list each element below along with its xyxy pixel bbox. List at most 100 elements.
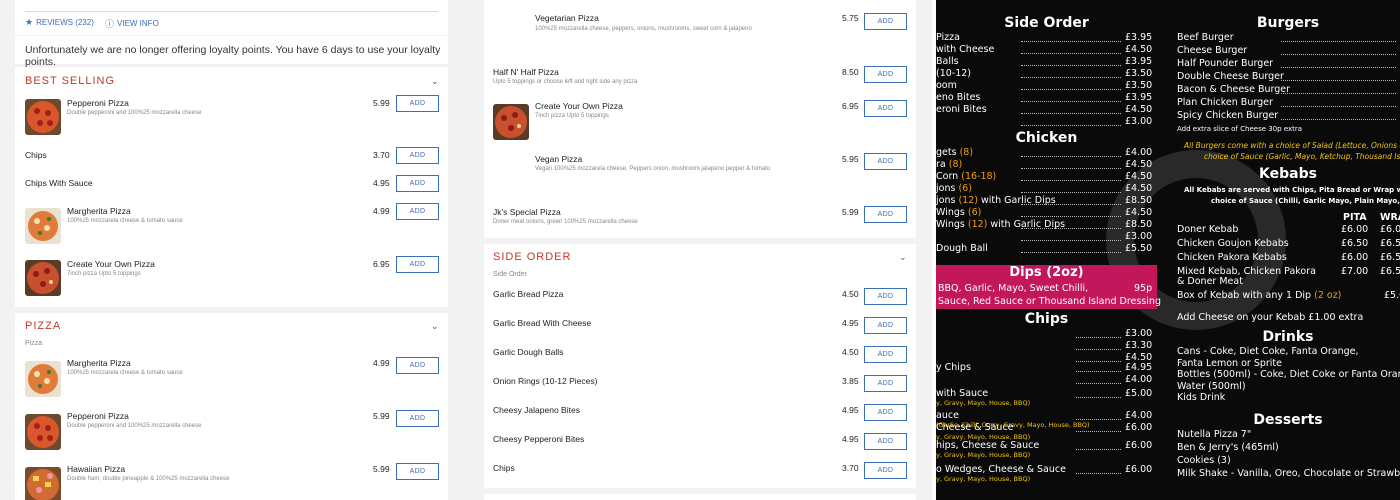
drink-line: Fanta Lemon or Sprite: [1177, 357, 1282, 369]
line-qty: (6): [967, 207, 982, 218]
menu-item[interactable]: Cheesy Pepperoni Bites 4.95 ADD: [484, 432, 916, 452]
pizza-thumbnail: [493, 104, 529, 140]
menu-price: £3.00: [1125, 231, 1153, 242]
add-button[interactable]: ADD: [396, 463, 439, 480]
add-button[interactable]: ADD: [864, 433, 907, 450]
add-button[interactable]: ADD: [396, 256, 439, 273]
menu-price: £5.50: [1125, 243, 1153, 254]
add-button[interactable]: ADD: [396, 175, 439, 192]
dotted-leader: [1021, 156, 1121, 157]
kebab-box-qty: (2 oz): [1314, 290, 1342, 301]
drinks-heading: Drinks: [1262, 329, 1314, 345]
dotted-leader: [1076, 397, 1121, 398]
add-button[interactable]: ADD: [864, 404, 907, 421]
add-button[interactable]: ADD: [864, 100, 907, 117]
menu-line: y Chips: [936, 362, 971, 373]
menu-item[interactable]: Pepperoni Pizza Double pepperoni and 100…: [15, 95, 448, 135]
chips-heading: Chips: [1024, 311, 1069, 327]
menu-price: £3.95: [1125, 92, 1153, 103]
item-price: 4.50: [842, 289, 859, 299]
dessert-line: Ben & Jerry's (465ml): [1177, 442, 1279, 453]
menu-item[interactable]: Garlic Bread Pizza 4.50 ADD: [484, 287, 916, 307]
add-button[interactable]: ADD: [864, 288, 907, 305]
dotted-leader: [1281, 119, 1396, 120]
kebab-wrap-col: WRA: [1380, 212, 1400, 223]
menu-item[interactable]: Chips With Sauce 4.95 ADD: [15, 175, 448, 195]
dotted-leader: [1021, 41, 1121, 42]
add-button[interactable]: ADD: [864, 153, 907, 170]
side-order-heading: Side Order: [1004, 15, 1089, 31]
burger-note: Add extra slice of Cheese 30p extra: [1177, 125, 1303, 133]
menu-price: £3.50: [1125, 80, 1153, 91]
dotted-leader: [1076, 419, 1121, 420]
chevron-down-icon[interactable]: ⌄: [431, 321, 439, 332]
line-qty: (16-18): [961, 171, 997, 182]
kebab-pita-price: £6.00: [1341, 252, 1369, 263]
menu-line: Dough Ball: [936, 243, 988, 254]
pizza-thumbnail: [25, 99, 61, 135]
kebab-doner-line: & Doner Meat: [1177, 276, 1243, 287]
item-name: Chips: [493, 463, 515, 473]
line-qty: (12): [958, 195, 978, 206]
chevron-down-icon[interactable]: ⌄: [431, 76, 439, 87]
view-info-link[interactable]: ⓘ VIEW INFO: [105, 17, 159, 30]
pizza-thumbnail: [25, 467, 61, 500]
desserts-heading: Desserts: [1253, 412, 1323, 428]
menu-item[interactable]: Chips 3.70 ADD: [484, 461, 916, 481]
line-name: with Cheese: [936, 44, 995, 55]
kebab-box: Box of Kebab with any 1 Dip (2 oz): [1177, 290, 1341, 301]
menu-item[interactable]: Vegetarian Pizza 100%25 mozzarella chees…: [484, 13, 916, 43]
menu-price: £8.50: [1125, 219, 1153, 230]
menu-item[interactable]: Margherita Pizza 100%25 mozzarela cheese…: [15, 356, 448, 397]
dips-line-2: Sauce, Red Sauce or Thousand Island Dres…: [938, 296, 1161, 307]
menu-item[interactable]: Margherita Pizza 100%25 mozzarela cheese…: [15, 203, 448, 244]
line-name: eroni Bites: [936, 104, 987, 115]
add-button[interactable]: ADD: [396, 203, 439, 220]
menu-item[interactable]: Jk's Special Pizza Doner meat onions, gr…: [484, 206, 916, 236]
add-button[interactable]: ADD: [396, 147, 439, 164]
menu-price: £6.00: [1125, 464, 1153, 475]
menu-item[interactable]: Pepperoni Pizza Double pepperoni and 100…: [15, 409, 448, 450]
menu-item[interactable]: Vegan Pizza Vegan 100%25 mozzarela chees…: [484, 153, 916, 183]
line-sauce-options: y, Gravy, Mayo, House, BBQ): [936, 399, 1031, 407]
item-price: 4.95: [373, 178, 390, 188]
drink-line: Cans - Coke, Diet Coke, Fanta Orange,: [1177, 346, 1359, 357]
add-button[interactable]: ADD: [864, 13, 907, 30]
add-button[interactable]: ADD: [396, 357, 439, 374]
add-button[interactable]: ADD: [864, 206, 907, 223]
add-button[interactable]: ADD: [864, 66, 907, 83]
item-name: Chips: [25, 150, 47, 160]
item-name: Margherita Pizza: [67, 358, 131, 368]
menu-item[interactable]: Cheesy Jalapeno Bites 4.95 ADD: [484, 403, 916, 423]
line-name: Corn: [936, 171, 962, 182]
dips-price: 95p: [1134, 283, 1153, 294]
menu-item[interactable]: Garlic Dough Balls 4.50 ADD: [484, 345, 916, 365]
line-qty: (12): [967, 219, 988, 230]
add-button[interactable]: ADD: [396, 95, 439, 112]
menu-price: £4.50: [1125, 159, 1153, 170]
burger-line: Spicy Chicken Burger: [1177, 110, 1279, 121]
dotted-leader: [1281, 106, 1396, 107]
reviews-link[interactable]: ★ REVIEWS (232): [25, 17, 94, 28]
kebab-note-2: choice of Sauce (Chilli, Garlic Mayo, Pl…: [1211, 197, 1400, 205]
add-button[interactable]: ADD: [396, 410, 439, 427]
menu-item[interactable]: Chips 3.70 ADD: [15, 147, 448, 167]
add-button[interactable]: ADD: [864, 317, 907, 334]
menu-price: £4.00: [1125, 147, 1153, 158]
menu-item[interactable]: Hawaiian Pizza Double ham, double pineap…: [15, 462, 448, 500]
add-button[interactable]: ADD: [864, 375, 907, 392]
add-button[interactable]: ADD: [864, 462, 907, 479]
item-description: Double ham, double pineapple & 100%25 mo…: [67, 476, 230, 482]
line-name: Wings: [936, 207, 968, 218]
menu-item[interactable]: Create Your Own Pizza 7inch pizza Upto 5…: [15, 256, 448, 296]
menu-item[interactable]: Create Your Own Pizza 7inch pizza Upto 5…: [484, 99, 916, 143]
dotted-leader: [1281, 54, 1396, 55]
add-button[interactable]: ADD: [864, 346, 907, 363]
menu-item[interactable]: Half N' Half Pizza Upto 5 toppings or ch…: [484, 66, 916, 96]
item-name: Half N' Half Pizza: [493, 67, 559, 77]
chevron-down-icon[interactable]: ⌄: [899, 252, 907, 263]
menu-item[interactable]: Garlic Bread With Cheese 4.95 ADD: [484, 316, 916, 336]
menu-item[interactable]: Onion Rings (10-12 Pieces) 3.85 ADD: [484, 374, 916, 394]
line-qty: (6): [958, 183, 972, 194]
line-name: Pizza: [936, 32, 960, 43]
